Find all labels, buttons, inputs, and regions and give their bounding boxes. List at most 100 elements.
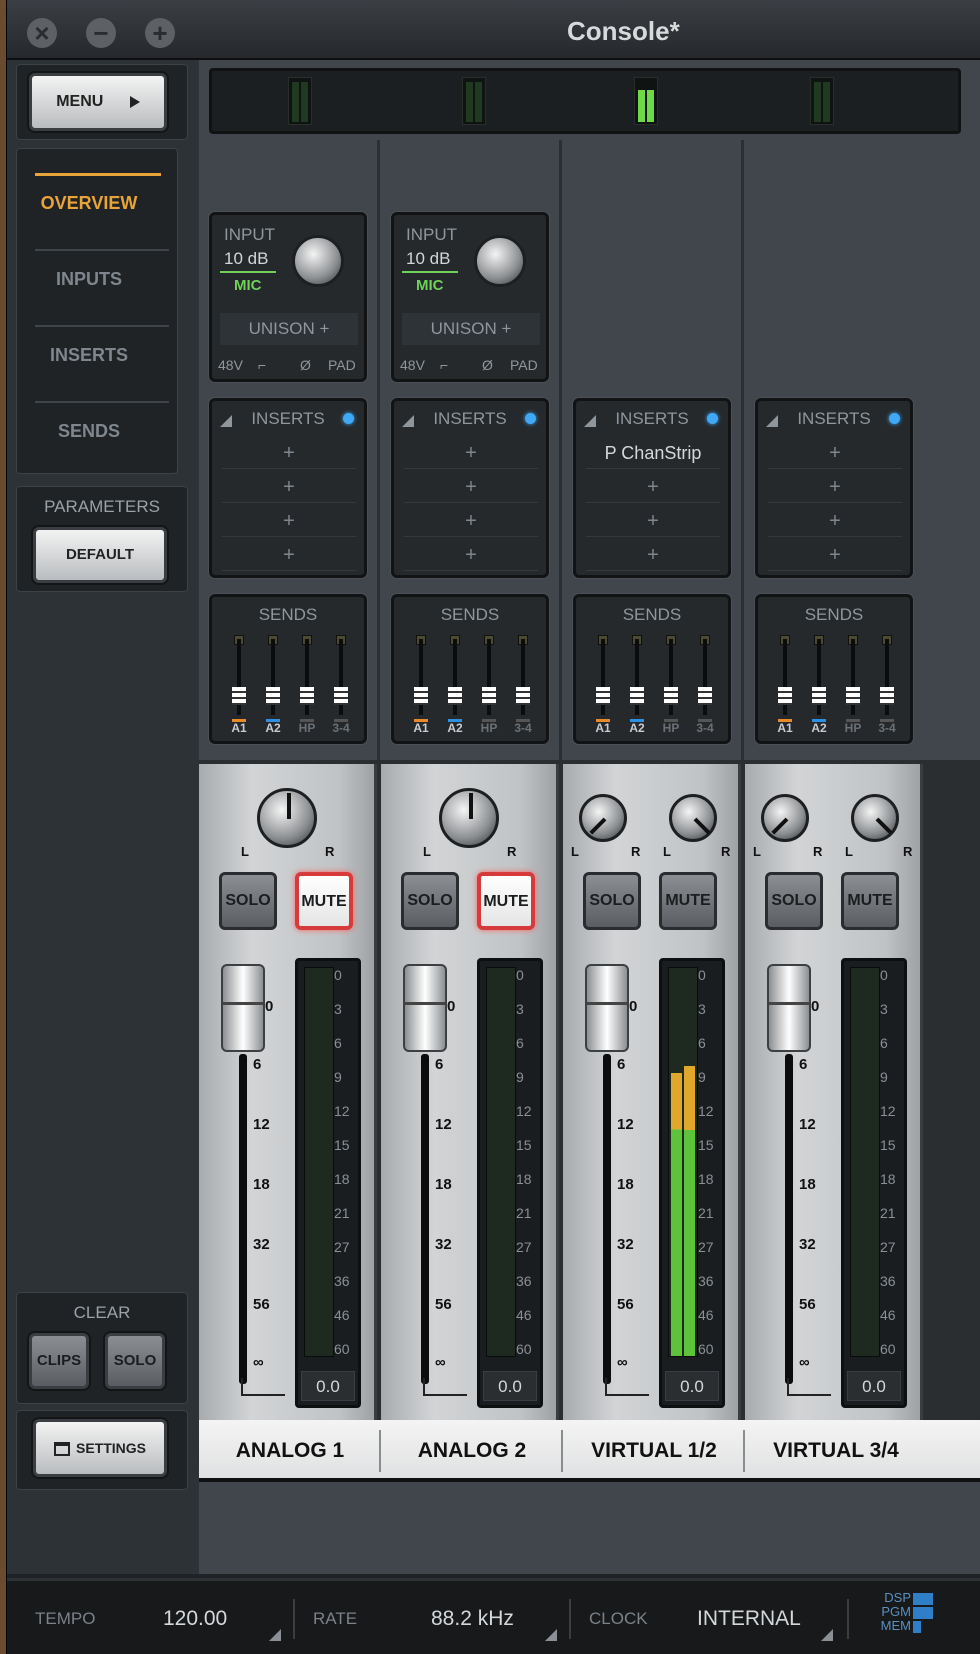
- solo-button[interactable]: SOLO: [765, 872, 823, 930]
- input-source[interactable]: MIC: [234, 277, 262, 294]
- send-fader-3-4[interactable]: [516, 635, 530, 722]
- nav-inputs[interactable]: INPUTS: [17, 269, 161, 290]
- gain-knob[interactable]: [474, 235, 526, 287]
- default-button[interactable]: DEFAULT: [33, 527, 167, 583]
- inserts-label: INSERTS: [615, 409, 689, 428]
- send-fader-a1[interactable]: [414, 635, 428, 722]
- send-fader-a1[interactable]: [778, 635, 792, 722]
- send-fader-hp[interactable]: [300, 635, 314, 722]
- parameters-label: PARAMETERS: [44, 497, 160, 516]
- channel-name[interactable]: ANALOG 2: [381, 1420, 563, 1482]
- pan-knob-left[interactable]: [761, 794, 809, 842]
- mute-button[interactable]: MUTE: [841, 872, 899, 930]
- send-fader-3-4[interactable]: [334, 635, 348, 722]
- send-fader-a2[interactable]: [266, 635, 280, 722]
- inserts-label: INSERTS: [251, 409, 325, 428]
- menu-button[interactable]: MENU: [29, 73, 167, 131]
- channel-name[interactable]: ANALOG 1: [199, 1420, 381, 1482]
- gain-knob[interactable]: [292, 235, 344, 287]
- solo-button[interactable]: SOLO: [401, 872, 459, 930]
- close-icon[interactable]: ×: [27, 18, 57, 48]
- clear-solo-button[interactable]: SOLO: [105, 1333, 165, 1389]
- send-fader-a2[interactable]: [448, 635, 462, 722]
- pan-knob[interactable]: [439, 788, 499, 848]
- mute-button[interactable]: MUTE: [295, 872, 353, 930]
- pan-knob[interactable]: [257, 788, 317, 848]
- mute-button[interactable]: MUTE: [477, 872, 535, 930]
- send-fader-a2[interactable]: [630, 635, 644, 722]
- insert-slot[interactable]: +: [222, 539, 356, 571]
- insert-slot[interactable]: +: [222, 505, 356, 537]
- fader-bracket: [787, 1378, 831, 1396]
- send-fader-hp[interactable]: [846, 635, 860, 722]
- pan-knob-right[interactable]: [669, 794, 717, 842]
- send-label: A1: [595, 721, 611, 735]
- volume-fader[interactable]: [585, 964, 629, 1052]
- insert-slot[interactable]: +: [586, 539, 720, 571]
- unison-button[interactable]: UNISON +: [402, 313, 540, 345]
- clear-clips-button[interactable]: CLIPS: [29, 1333, 89, 1389]
- maximize-icon[interactable]: +: [145, 18, 175, 48]
- pan-knob-right[interactable]: [851, 794, 899, 842]
- mute-button[interactable]: MUTE: [659, 872, 717, 930]
- clock-value[interactable]: INTERNAL: [697, 1607, 801, 1631]
- input-label: INPUT: [224, 225, 275, 244]
- send-fader-3-4[interactable]: [698, 635, 712, 722]
- meter-scale-label: 46: [698, 1307, 714, 1323]
- send-fader-3-4[interactable]: [880, 635, 894, 722]
- insert-slot[interactable]: +: [404, 505, 538, 537]
- insert-slot[interactable]: +: [404, 437, 538, 469]
- tempo-dropdown-icon[interactable]: [269, 1629, 281, 1641]
- insert-slot[interactable]: +: [222, 471, 356, 503]
- insert-slot[interactable]: +: [586, 471, 720, 503]
- phantom-48v-toggle[interactable]: 48V: [400, 357, 425, 373]
- meter-scale-label: 21: [880, 1205, 896, 1221]
- send-fader-a1[interactable]: [596, 635, 610, 722]
- pad-toggle[interactable]: PAD: [510, 357, 538, 373]
- tempo-value[interactable]: 120.00: [163, 1607, 227, 1631]
- insert-slot[interactable]: +: [404, 539, 538, 571]
- status-divider: [569, 1599, 571, 1639]
- input-source[interactable]: MIC: [416, 277, 444, 294]
- insert-slot[interactable]: +: [404, 471, 538, 503]
- insert-slot[interactable]: +: [768, 471, 902, 503]
- pan-knob-left[interactable]: [579, 794, 627, 842]
- nav-inserts[interactable]: INSERTS: [17, 345, 161, 366]
- minimize-icon[interactable]: −: [86, 18, 116, 48]
- volume-fader[interactable]: [403, 964, 447, 1052]
- rate-value[interactable]: 88.2 kHz: [431, 1607, 514, 1631]
- clock-dropdown-icon[interactable]: [821, 1629, 833, 1641]
- insert-slot[interactable]: +: [586, 505, 720, 537]
- settings-button[interactable]: SETTINGS: [33, 1419, 167, 1477]
- pad-toggle[interactable]: PAD: [328, 357, 356, 373]
- volume-fader[interactable]: [221, 964, 265, 1052]
- nav-overview[interactable]: OVERVIEW: [17, 193, 161, 214]
- highpass-icon[interactable]: ⌐: [440, 357, 448, 373]
- insert-slot[interactable]: +: [768, 505, 902, 537]
- solo-button[interactable]: SOLO: [219, 872, 277, 930]
- send-fader-a2[interactable]: [812, 635, 826, 722]
- nav-sends[interactable]: SENDS: [17, 421, 161, 442]
- insert-slot[interactable]: +: [768, 437, 902, 469]
- send-fader-hp[interactable]: [664, 635, 678, 722]
- send-fader-hp[interactable]: [482, 635, 496, 722]
- channel-name[interactable]: VIRTUAL 1/2: [563, 1420, 745, 1482]
- unison-button[interactable]: UNISON +: [220, 313, 358, 345]
- solo-button[interactable]: SOLO: [583, 872, 641, 930]
- highpass-icon[interactable]: ⌐: [258, 357, 266, 373]
- phase-toggle[interactable]: Ø: [482, 357, 493, 373]
- insert-slot[interactable]: +: [768, 539, 902, 571]
- send-fader-a1[interactable]: [232, 635, 246, 722]
- phantom-48v-toggle[interactable]: 48V: [218, 357, 243, 373]
- volume-fader[interactable]: [767, 964, 811, 1052]
- channel-name[interactable]: VIRTUAL 3/4: [745, 1420, 927, 1482]
- pan-left-label: L: [571, 844, 579, 859]
- insert-slot-plugin[interactable]: P ChanStrip: [586, 437, 720, 469]
- rate-dropdown-icon[interactable]: [545, 1629, 557, 1641]
- meter-scale-label: 0: [698, 967, 706, 983]
- level-readout: 0.0: [301, 1371, 355, 1401]
- phase-toggle[interactable]: Ø: [300, 357, 311, 373]
- window-icon: [53, 1442, 70, 1457]
- meter-scale-label: 60: [516, 1341, 532, 1357]
- insert-slot[interactable]: +: [222, 437, 356, 469]
